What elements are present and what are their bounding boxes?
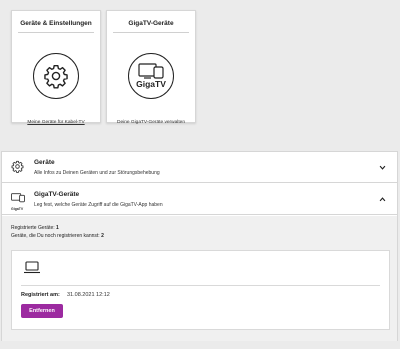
tile-link[interactable]: Deine GigaTV-Geräte verwalten bbox=[107, 120, 195, 125]
tile-title-underline bbox=[18, 32, 94, 33]
registered-devices-line: Registrierte Geräte: 1 bbox=[11, 225, 59, 231]
tile-devices-settings[interactable]: Geräte & Einstellungen Meine Geräte für … bbox=[11, 10, 101, 125]
accordion-item-gigatv[interactable]: GigaTV GigaTV-Geräte Leg fest, welche Ge… bbox=[2, 184, 397, 215]
accordion-subtitle: Alle Infos zu Deinen Geräten und zur Stö… bbox=[34, 170, 160, 176]
gigatv-icon-text: GigaTV bbox=[11, 207, 24, 211]
tile-title-underline bbox=[113, 32, 189, 33]
remaining-label: Geräte, die Du noch registrieren kannst: bbox=[11, 233, 100, 239]
gigatv-accordion-content: Registrierte Geräte: 1 Geräte, die Du no… bbox=[2, 216, 397, 341]
accordion-subtitle: Leg fest, welche Geräte Zugriff auf die … bbox=[34, 202, 163, 208]
registered-at-value: 31.08.2021 12:12 bbox=[67, 292, 110, 298]
registered-at-label: Registriert am: bbox=[21, 292, 60, 298]
remove-button[interactable]: Entfernen bbox=[21, 304, 63, 318]
laptop-icon bbox=[23, 261, 41, 279]
tile-title: Geräte & Einstellungen bbox=[20, 20, 92, 27]
accordion-title: Geräte bbox=[34, 159, 55, 166]
gear-icon bbox=[11, 160, 24, 178]
accordion-item-devices[interactable]: Geräte Alle Infos zu Deinen Geräten und … bbox=[2, 152, 397, 183]
tiles-area: Geräte & Einstellungen Meine Geräte für … bbox=[0, 0, 400, 140]
divider bbox=[21, 285, 380, 286]
gigatv-devices-icon: GigaTV bbox=[128, 53, 174, 99]
chevron-down-icon[interactable] bbox=[379, 164, 386, 171]
gigatv-text: GigaTV bbox=[136, 79, 166, 90]
accordion-title: GigaTV-Geräte bbox=[34, 191, 80, 198]
tile-link[interactable]: Meine Geräte für Kabel-TV bbox=[12, 120, 100, 125]
tile-gigatv-devices[interactable]: GigaTV-Geräte GigaTV Deine GigaTV-Geräte… bbox=[106, 10, 196, 125]
gear-icon bbox=[33, 53, 79, 99]
tile-title: GigaTV-Geräte bbox=[128, 20, 174, 27]
accordion-panel: Geräte Alle Infos zu Deinen Geräten und … bbox=[1, 151, 398, 341]
device-card: Registriert am: 31.08.2021 12:12 Entfern… bbox=[11, 250, 390, 330]
registered-label: Registrierte Geräte: bbox=[11, 225, 55, 231]
chevron-up-icon[interactable] bbox=[379, 196, 386, 203]
gigatv-icon: GigaTV bbox=[11, 190, 25, 212]
remaining-count: 2 bbox=[101, 233, 104, 239]
registered-count: 1 bbox=[56, 225, 59, 231]
remaining-devices-line: Geräte, die Du noch registrieren kannst:… bbox=[11, 233, 104, 239]
